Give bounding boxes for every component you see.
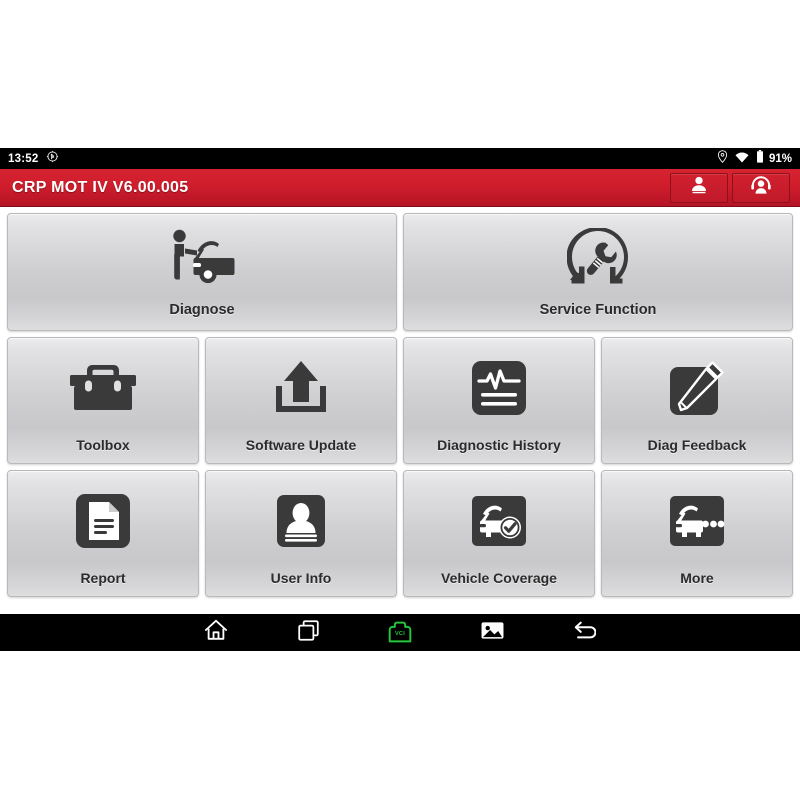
- tile-label: Diagnostic History: [437, 437, 561, 453]
- tablet-screen: 13:52 91% CRP MOT IV V6.00.005 Diagnose …: [0, 148, 800, 651]
- tile-label: Report: [80, 570, 126, 586]
- tile-grid: Diagnose Service Function Toolbox Softwa…: [0, 207, 800, 614]
- id-person-icon: [206, 471, 396, 571]
- home-icon: [204, 618, 228, 647]
- car-ellipsis-icon: [602, 471, 792, 571]
- status-bar-left: 13:52: [8, 150, 59, 168]
- recents-button[interactable]: [262, 614, 354, 651]
- toolbox-icon: [8, 338, 198, 438]
- tile-service-function[interactable]: Service Function: [403, 213, 793, 331]
- tile-label: Software Update: [245, 437, 357, 453]
- screenshot-button[interactable]: [446, 614, 538, 651]
- tile-diag-feedback[interactable]: Diag Feedback: [601, 337, 793, 464]
- battery-icon: [756, 149, 764, 168]
- navigation-bar: VCI: [0, 614, 800, 651]
- car-check-icon: [404, 471, 594, 571]
- pencil-icon: [602, 338, 792, 438]
- waveform-document-icon: [404, 338, 594, 438]
- tile-vehicle-coverage[interactable]: Vehicle Coverage: [403, 470, 595, 597]
- tile-label: Diagnose: [169, 301, 235, 318]
- tile-software-update[interactable]: Software Update: [205, 337, 397, 464]
- tile-row-large: Diagnose Service Function: [7, 213, 793, 331]
- upload-arrow-icon: [206, 338, 396, 438]
- status-time: 13:52: [8, 152, 39, 165]
- vci-connector-icon: VCI: [385, 621, 415, 644]
- tile-row-middle: Toolbox Software Update Diagnostic Histo…: [7, 337, 793, 464]
- user-icon: [689, 175, 709, 200]
- home-button[interactable]: [170, 614, 262, 651]
- tile-toolbox[interactable]: Toolbox: [7, 337, 199, 464]
- tile-diagnostic-history[interactable]: Diagnostic History: [403, 337, 595, 464]
- tile-label: Diag Feedback: [647, 437, 747, 453]
- battery-percent-label: 91%: [768, 152, 792, 165]
- app-header: CRP MOT IV V6.00.005: [0, 169, 800, 207]
- back-button[interactable]: [538, 614, 630, 651]
- vci-label: VCI: [394, 631, 406, 637]
- tile-label: Service Function: [539, 301, 657, 318]
- support-agent-button[interactable]: [732, 172, 790, 203]
- image-icon: [480, 620, 505, 646]
- status-bar-right: 91%: [717, 149, 792, 168]
- mechanic-car-icon: [8, 214, 396, 303]
- headset-user-icon: [750, 175, 772, 200]
- tile-more[interactable]: More: [601, 470, 793, 597]
- tile-row-bottom: Report User Info Vehicle Coverage More: [7, 470, 793, 597]
- status-bar: 13:52 91%: [0, 148, 800, 169]
- bluetooth-circle-icon: [46, 150, 59, 168]
- location-pin-icon: [717, 149, 728, 168]
- tile-label: More: [680, 570, 714, 586]
- user-account-button[interactable]: [670, 172, 728, 203]
- recent-apps-icon: [297, 619, 320, 647]
- tile-diagnose[interactable]: Diagnose: [7, 213, 397, 331]
- back-arrow-icon: [572, 619, 597, 646]
- tile-user-info[interactable]: User Info: [205, 470, 397, 597]
- app-header-actions: [670, 172, 796, 203]
- tile-report[interactable]: Report: [7, 470, 199, 597]
- wifi-icon: [735, 150, 749, 168]
- tile-label: Vehicle Coverage: [441, 570, 557, 586]
- tile-label: Toolbox: [76, 437, 130, 453]
- document-icon: [8, 471, 198, 571]
- tile-label: User Info: [270, 570, 332, 586]
- vci-button[interactable]: VCI: [354, 614, 446, 651]
- wrench-refresh-icon: [404, 214, 792, 303]
- app-title: CRP MOT IV V6.00.005: [12, 178, 189, 196]
